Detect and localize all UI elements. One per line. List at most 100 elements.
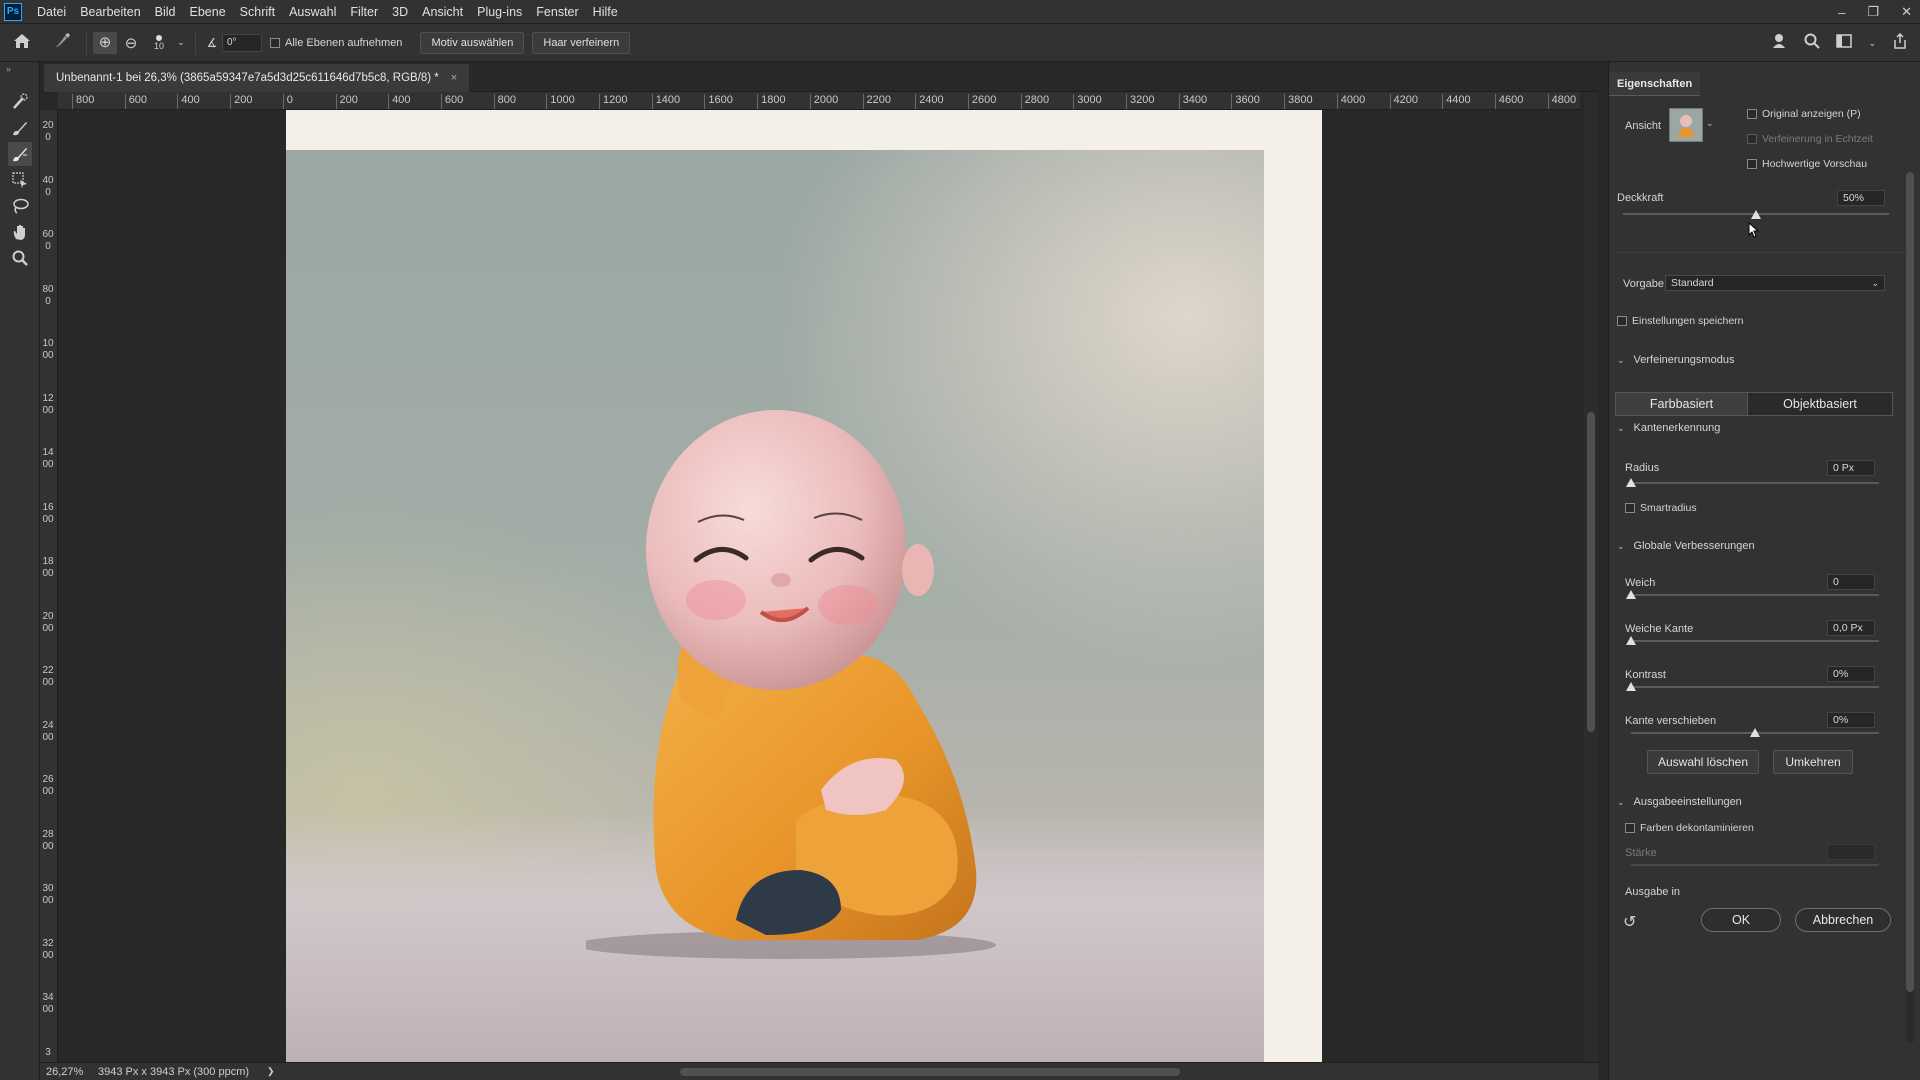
sample-all-layers-checkbox[interactable]: Alle Ebenen aufnehmen [270,37,402,49]
menu-datei[interactable]: Datei [30,0,73,24]
smooth-input[interactable]: 0 [1827,574,1875,590]
document-tab[interactable]: Unbenannt-1 bei 26,3% (3865a59347e7a5d3d… [44,64,470,92]
radius-slider-track[interactable] [1631,482,1879,484]
shift-edge-label: Kante verschieben [1625,715,1717,727]
clear-selection-button[interactable]: Auswahl löschen [1647,750,1759,774]
view-mode-thumbnail[interactable] [1669,108,1703,142]
edge-detection-section[interactable]: ⌄ Kantenerkennung [1617,422,1720,434]
ruler-top-tick-label: 0 [282,94,293,109]
close-tab-icon[interactable]: × [451,72,457,84]
smart-radius-checkbox[interactable]: Smartradius [1625,502,1697,514]
subtract-from-selection-icon[interactable]: ⊖ [117,34,145,52]
object-aware-mode-button[interactable]: Objektbasiert [1747,392,1893,416]
smooth-slider-track[interactable] [1631,594,1879,596]
ruler-horizontal[interactable]: 800 600 400 200 0 200 400 600 800 1000 1200 1400 160… [58,92,1580,110]
object-selection-tool-icon[interactable] [8,168,32,192]
lasso-tool-icon[interactable] [8,194,32,218]
quick-selection-tool-icon[interactable] [8,90,32,114]
menu-plugins[interactable]: Plug-ins [470,0,529,24]
output-settings-section[interactable]: ⌄ Ausgabeeinstellungen [1617,796,1742,808]
menu-bild[interactable]: Bild [148,0,183,24]
home-icon[interactable] [0,33,44,53]
checkbox-box[interactable] [1625,823,1635,833]
horizontal-scroll-thumb[interactable] [680,1068,1180,1076]
reset-icon[interactable]: ↺ [1623,912,1636,932]
feather-slider-handle[interactable] [1626,636,1636,645]
cancel-button[interactable]: Abbrechen [1795,908,1891,932]
save-settings-label: Einstellungen speichern [1632,315,1744,327]
refine-mode-section[interactable]: ⌄ Verfeinerungsmodus [1617,354,1734,366]
chevron-down-icon[interactable]: ⌄ [1868,38,1876,49]
shift-edge-slider-handle[interactable] [1750,728,1760,737]
collapse-toolbar-icon[interactable]: » [6,64,11,74]
menu-ansicht[interactable]: Ansicht [415,0,470,24]
color-aware-mode-button[interactable]: Farbbasiert [1615,392,1748,416]
brush-tool-icon[interactable] [8,116,32,140]
global-refinements-section[interactable]: ⌄ Globale Verbesserungen [1617,540,1755,552]
panel-scrollbar[interactable] [1906,172,1914,1042]
zoom-tool-icon[interactable] [8,246,32,270]
feather-slider-track[interactable] [1631,640,1879,642]
menu-hilfe[interactable]: Hilfe [586,0,625,24]
edge-detection-title: Kantenerkennung [1633,422,1721,434]
show-original-checkbox[interactable]: Original anzeigen (P) [1747,108,1861,120]
chevron-down-icon[interactable]: ⌄ [173,37,189,48]
contrast-slider-track[interactable] [1631,686,1879,688]
opacity-input[interactable]: 50% [1837,190,1885,206]
feather-input[interactable]: 0,0 Px [1827,620,1875,636]
angle-input[interactable]: 0° [222,33,262,52]
menu-auswahl[interactable]: Auswahl [282,0,343,24]
add-to-selection-icon[interactable]: ⊕ [93,31,117,54]
opacity-label: Deckkraft [1617,192,1664,204]
shift-edge-input[interactable]: 0% [1827,712,1875,728]
menu-schrift[interactable]: Schrift [233,0,282,24]
close-icon[interactable]: ✕ [1901,4,1912,20]
decontaminate-colors-checkbox[interactable]: Farben dekontaminieren [1625,822,1754,834]
realtime-refine-checkbox[interactable]: Verfeinerung in Echtzeit [1747,133,1873,145]
user-icon[interactable] [1772,33,1788,53]
select-subject-button[interactable]: Motiv auswählen [420,31,525,54]
document-image[interactable] [286,150,1264,1070]
menu-ebene[interactable]: Ebene [183,0,233,24]
contrast-input[interactable]: 0% [1827,666,1875,682]
vertical-scrollbar[interactable] [1584,92,1598,1070]
share-icon[interactable] [1892,32,1908,53]
menu-fenster[interactable]: Fenster [529,0,585,24]
refine-edge-brush-tool-icon[interactable] [8,142,32,166]
menu-3d[interactable]: 3D [385,0,415,24]
checkbox-box[interactable] [270,37,280,48]
opacity-slider-handle[interactable] [1751,210,1761,219]
contrast-slider-handle[interactable] [1626,682,1636,691]
smooth-slider-handle[interactable] [1626,590,1636,599]
vertical-scroll-thumb[interactable] [1587,412,1595,732]
panel-scroll-thumb[interactable] [1906,172,1914,992]
menu-bearbeiten[interactable]: Bearbeiten [73,0,147,24]
invert-button[interactable]: Umkehren [1773,750,1853,774]
checkbox-box[interactable] [1747,134,1757,144]
chevron-down-icon[interactable]: ⌄ [1706,118,1714,129]
zoom-level[interactable]: 26,27% [40,1066,83,1078]
radius-input[interactable]: 0 Px [1827,460,1875,476]
minimize-icon[interactable]: – [1838,5,1845,20]
chevron-right-icon[interactable]: ❯ [267,1066,275,1077]
ruler-vertical[interactable]: 200 400 600 800 1000 1200 1400 1600 1800 2000 2200… [40,110,58,1070]
refine-hair-button[interactable]: Haar verfeinern [532,31,631,54]
save-settings-checkbox[interactable]: Einstellungen speichern [1617,315,1744,327]
checkbox-box[interactable] [1747,159,1757,169]
ok-button[interactable]: OK [1701,908,1781,932]
checkbox-box[interactable] [1747,109,1757,119]
workspace-icon[interactable] [1836,34,1853,52]
checkbox-box[interactable] [1625,503,1635,513]
menu-filter[interactable]: Filter [343,0,385,24]
panel-tab-properties[interactable]: Eigenschaften [1609,72,1701,96]
checkbox-box[interactable] [1617,316,1627,326]
hq-preview-checkbox[interactable]: Hochwertige Vorschau [1747,158,1867,170]
preset-select[interactable]: Standard ⌄ [1665,275,1885,291]
radius-slider-handle[interactable] [1626,478,1636,487]
brush-preset-icon[interactable] [44,32,80,54]
search-icon[interactable] [1804,33,1821,53]
brush-size-picker[interactable]: 10 [145,34,173,51]
restore-icon[interactable]: ❐ [1867,4,1879,20]
canvas-area[interactable] [58,110,1580,1070]
hand-tool-icon[interactable] [8,220,32,244]
